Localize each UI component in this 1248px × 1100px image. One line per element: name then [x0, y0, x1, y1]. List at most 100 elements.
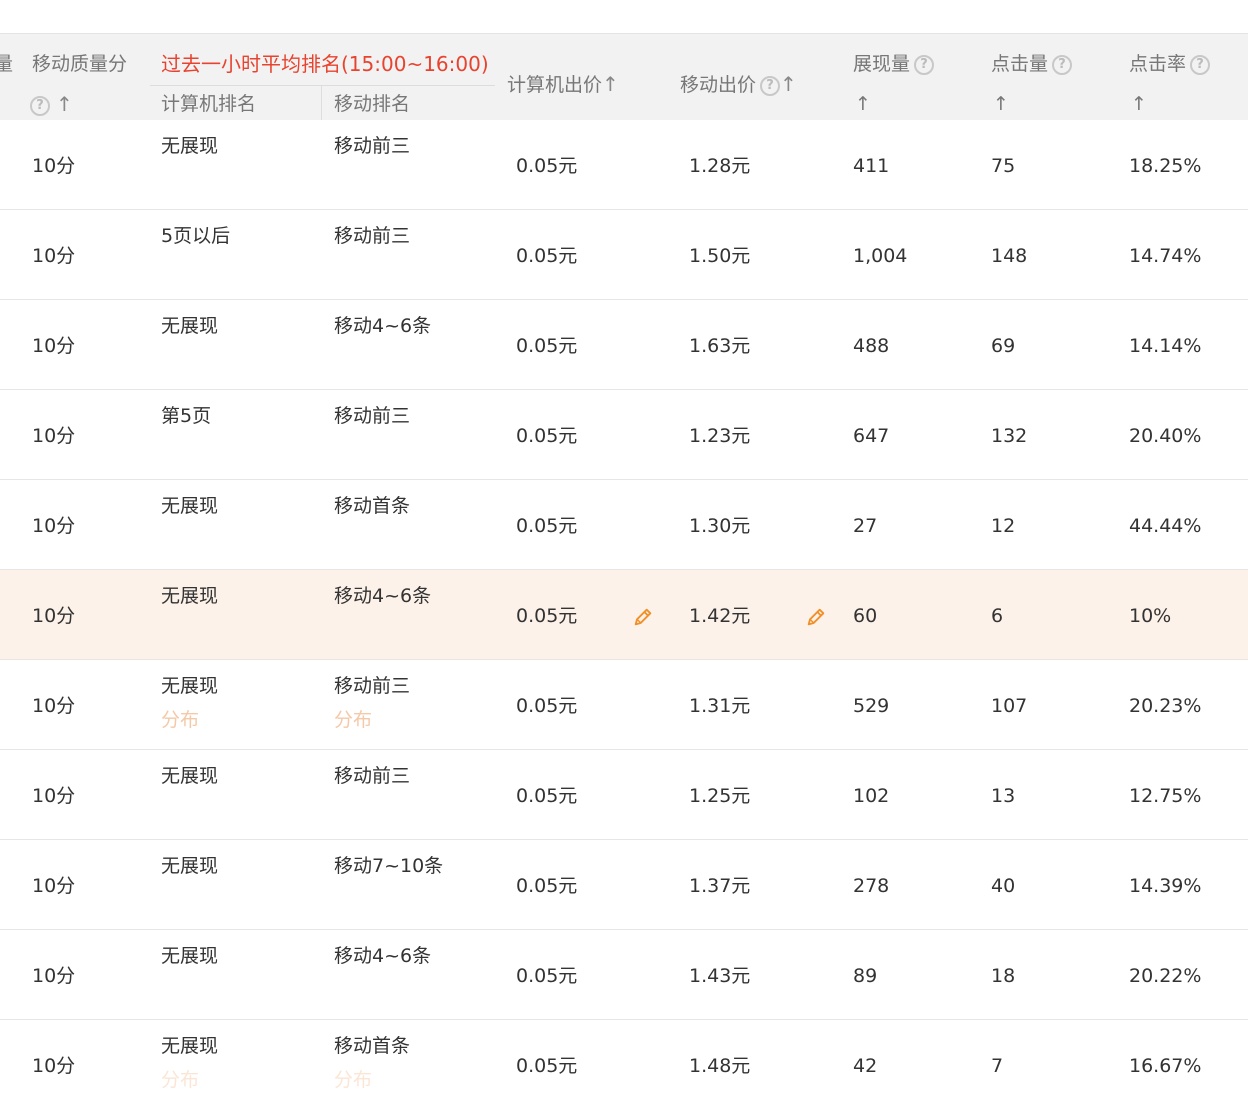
impressions-cell: 411 — [853, 155, 890, 177]
pc-rank-cell: 第5页 — [161, 405, 212, 427]
pc-bid-cell[interactable]: 0.05元 — [516, 964, 577, 988]
clicks-cell: 40 — [991, 875, 1016, 897]
mobile-rank-cell: 移动前三 — [334, 765, 411, 787]
pc-bid-cell[interactable]: 0.05元 — [516, 514, 577, 538]
pc-bid-cell[interactable]: 0.05元 — [516, 874, 577, 898]
mobile-rank-cell: 移动4~6条 — [334, 585, 432, 607]
mobile-bid-cell[interactable]: 1.37元 — [689, 874, 750, 898]
sort-arrow-icon[interactable]: ↑ — [1131, 92, 1147, 116]
clicks-cell: 7 — [991, 1055, 1004, 1077]
impressions-cell: 1,004 — [853, 245, 908, 267]
sort-arrow-icon[interactable]: ↑ — [780, 72, 797, 96]
impressions-cell: 60 — [853, 605, 878, 627]
header-mobile-rank: 移动排名 — [334, 93, 411, 115]
clicks-cell: 75 — [991, 155, 1016, 177]
pc-bid-cell[interactable]: 0.05元 — [516, 694, 577, 718]
sort-arrow-icon[interactable]: ↑ — [56, 92, 73, 116]
mobile-bid-cell[interactable]: 1.42元 — [689, 604, 750, 628]
ctr-cell: 12.75% — [1129, 785, 1202, 807]
mobile-rank-cell: 移动首条 — [334, 495, 411, 517]
quality-score-cell: 10分 — [32, 785, 76, 807]
table-row[interactable]: 10分 无展现 移动首条 0.05元 1.48元 42 7 16.67% 分布 分布 — [0, 1020, 1248, 1100]
table-row[interactable]: 10分 第5页 移动前三 0.05元 1.23元 647 132 20.40% — [0, 390, 1248, 480]
mobile-rank-cell: 移动4~6条 — [334, 315, 432, 337]
table-row[interactable]: 10分 无展现 移动前三 0.05元 1.28元 411 75 18.25% — [0, 120, 1248, 210]
edit-mobile-bid-pencil-icon[interactable] — [805, 606, 827, 628]
ctr-cell: 14.74% — [1129, 245, 1202, 267]
mobile-bid-cell[interactable]: 1.48元 — [689, 1054, 750, 1078]
mobile-rank-distribution-link[interactable]: 分布 — [334, 1068, 372, 1092]
table-row[interactable]: 10分 5页以后 移动前三 0.05元 1.50元 1,004 148 14.74% — [0, 210, 1248, 300]
pc-bid-cell[interactable]: 0.05元 — [516, 784, 577, 808]
pc-bid-cell[interactable]: 0.05元 — [516, 154, 577, 178]
mobile-bid-cell[interactable]: 1.43元 — [689, 964, 750, 988]
help-icon[interactable]: ? — [1052, 54, 1073, 75]
mobile-rank-distribution-link[interactable]: 分布 — [334, 708, 372, 732]
ctr-cell: 20.23% — [1129, 695, 1202, 717]
clicks-cell: 148 — [991, 245, 1028, 267]
mobile-rank-cell: 移动首条 — [334, 1035, 411, 1057]
header-cut-column: 量 — [0, 53, 14, 75]
pc-bid-cell[interactable]: 0.05元 — [516, 244, 577, 268]
pc-rank-cell: 无展现 — [161, 675, 219, 697]
table-row[interactable]: 10分 无展现 移动4~6条 0.05元 1.43元 89 18 20.22% — [0, 930, 1248, 1020]
header-mobile-bid[interactable]: 移动出价? ↑ — [680, 72, 797, 97]
table-row[interactable]: 10分 无展现 移动7~10条 0.05元 1.37元 278 40 14.39% — [0, 840, 1248, 930]
pc-bid-cell[interactable]: 0.05元 — [516, 604, 577, 628]
impressions-cell: 278 — [853, 875, 890, 897]
impressions-cell: 27 — [853, 515, 878, 537]
quality-score-cell: 10分 — [32, 1055, 76, 1077]
header-pc-bid[interactable]: 计算机出价↑ — [507, 72, 619, 97]
mobile-bid-cell[interactable]: 1.28元 — [689, 154, 750, 178]
pc-bid-cell[interactable]: 0.05元 — [516, 1054, 577, 1078]
header-avg-rank-group: 过去一小时平均排名(15:00~16:00) — [161, 52, 489, 76]
clicks-cell: 132 — [991, 425, 1028, 447]
sort-arrow-icon[interactable]: ↑ — [855, 92, 871, 116]
mobile-bid-cell[interactable]: 1.23元 — [689, 424, 750, 448]
pc-bid-cell[interactable]: 0.05元 — [516, 424, 577, 448]
clicks-cell: 13 — [991, 785, 1016, 807]
sort-arrow-icon[interactable]: ↑ — [602, 72, 619, 96]
header-ctr-label: 点击率 — [1129, 53, 1187, 75]
table-row[interactable]: 10分 无展现 移动4~6条 0.05元 1.63元 488 69 14.14% — [0, 300, 1248, 390]
mobile-bid-cell[interactable]: 1.25元 — [689, 784, 750, 808]
clicks-cell: 6 — [991, 605, 1004, 627]
table-row[interactable]: 10分 无展现 移动4~6条 0.05元 1.42元 60 6 10% — [0, 570, 1248, 660]
edit-pc-bid-pencil-icon[interactable] — [632, 606, 654, 628]
quality-score-cell: 10分 — [32, 335, 76, 357]
pc-bid-cell[interactable]: 0.05元 — [516, 334, 577, 358]
mobile-bid-cell[interactable]: 1.31元 — [689, 694, 750, 718]
mobile-bid-cell[interactable]: 1.50元 — [689, 244, 750, 268]
header-pc-rank: 计算机排名 — [161, 93, 257, 115]
table-row[interactable]: 10分 无展现 移动前三 0.05元 1.31元 529 107 20.23% 分布 分布 — [0, 660, 1248, 750]
mobile-bid-cell[interactable]: 1.30元 — [689, 514, 750, 538]
ctr-cell: 14.39% — [1129, 875, 1202, 897]
impressions-cell: 647 — [853, 425, 890, 447]
pc-rank-distribution-link[interactable]: 分布 — [161, 1068, 199, 1092]
mobile-bid-cell[interactable]: 1.63元 — [689, 334, 750, 358]
pc-rank-cell: 无展现 — [161, 765, 219, 787]
table-row[interactable]: 10分 无展现 移动首条 0.05元 1.30元 27 12 44.44% — [0, 480, 1248, 570]
pc-rank-cell: 无展现 — [161, 855, 219, 877]
help-icon[interactable]: ? — [1190, 54, 1211, 75]
pc-rank-cell: 无展现 — [161, 1035, 219, 1057]
clicks-cell: 12 — [991, 515, 1016, 537]
help-icon[interactable]: ? — [30, 95, 50, 116]
help-icon[interactable]: ? — [914, 54, 935, 75]
table-row[interactable]: 10分 无展现 移动前三 0.05元 1.25元 102 13 12.75% — [0, 750, 1248, 840]
quality-score-cell: 10分 — [32, 155, 76, 177]
pc-rank-distribution-link[interactable]: 分布 — [161, 708, 199, 732]
pc-rank-cell: 无展现 — [161, 585, 219, 607]
mobile-rank-cell: 移动前三 — [334, 675, 411, 697]
help-icon[interactable]: ? — [760, 75, 781, 96]
impressions-cell: 102 — [853, 785, 890, 807]
header-clicks: 点击量? — [991, 52, 1073, 76]
impressions-cell: 42 — [853, 1055, 878, 1077]
sort-arrow-icon[interactable]: ↑ — [993, 92, 1009, 116]
quality-score-cell: 10分 — [32, 605, 76, 627]
ctr-cell: 20.40% — [1129, 425, 1202, 447]
quality-score-cell: 10分 — [32, 875, 76, 897]
header-mobile-bid-label: 移动出价 — [680, 74, 757, 96]
ctr-cell: 10% — [1129, 605, 1172, 627]
header-ctr: 点击率? — [1129, 52, 1211, 76]
